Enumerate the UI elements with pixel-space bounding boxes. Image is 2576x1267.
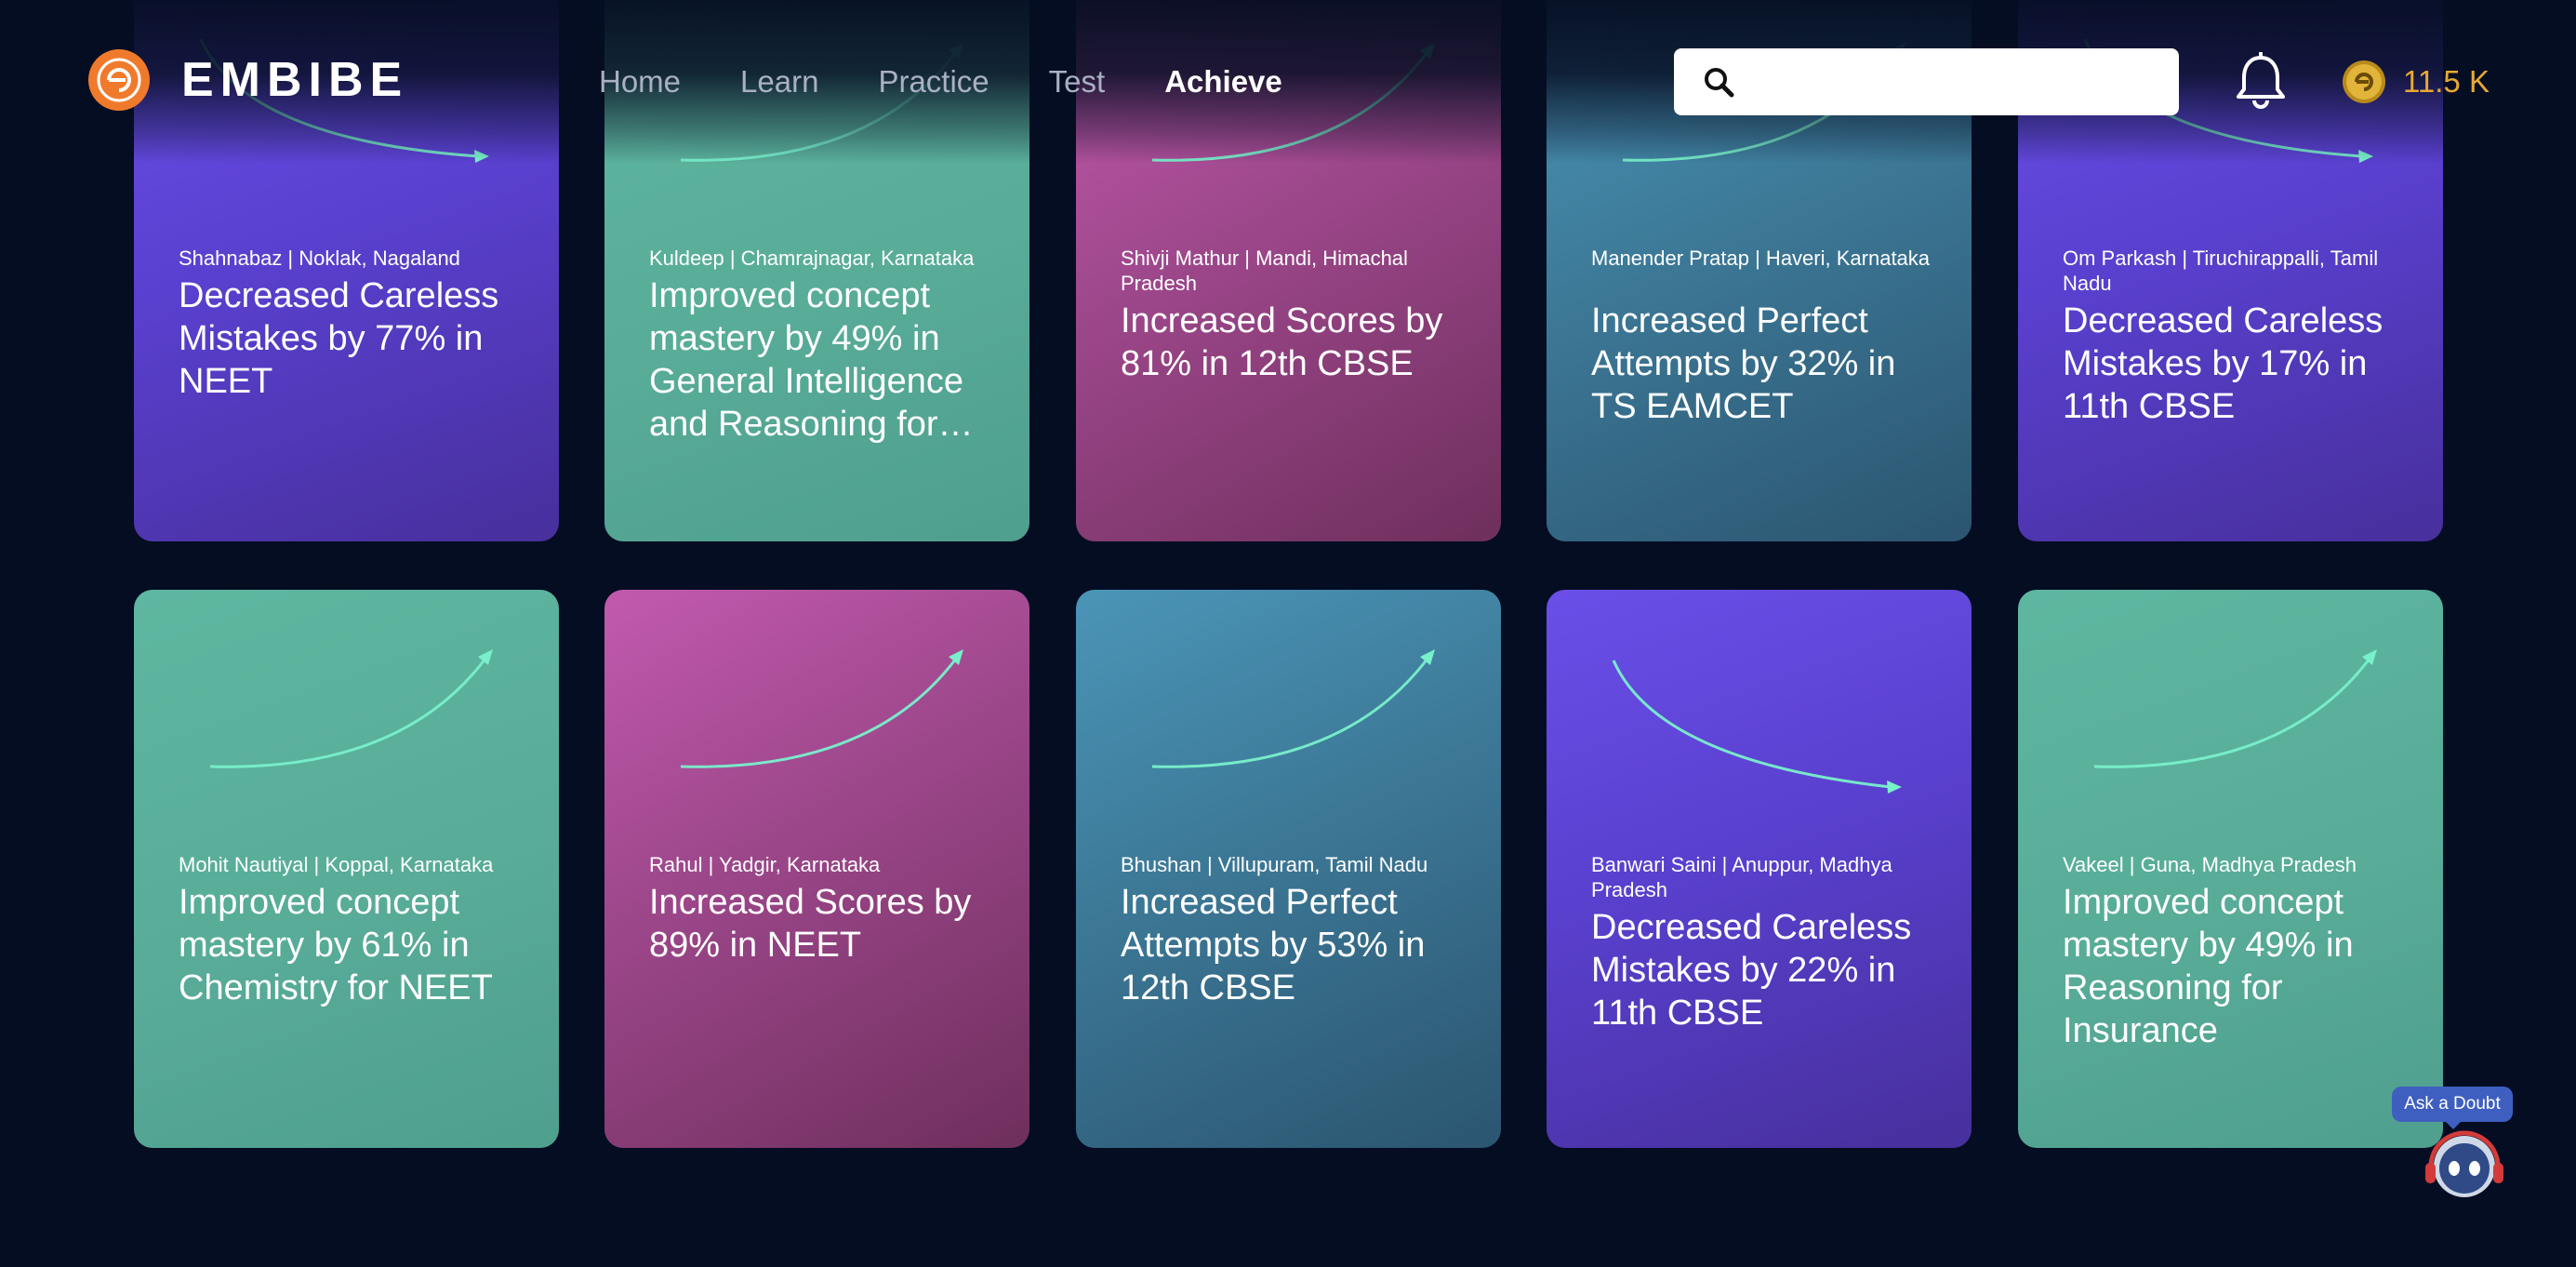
achievement-title: Increased Perfect Attempts by 53% in 12t… [1121, 883, 1426, 1007]
coin-value: 11.5 K [2403, 64, 2490, 99]
trend-up-arrow-icon [680, 649, 963, 768]
student-location: Vakeel | Guna, Madhya Pradesh [2063, 853, 2357, 876]
student-location: Manender Pratap | Haveri, Karnataka [1591, 247, 1931, 270]
achievement-title: Improved concept mastery by 61% in Chemi… [179, 883, 493, 1007]
search-bar[interactable] [1674, 48, 2179, 115]
student-location: Shahnabaz | Noklak, Nagaland [179, 247, 460, 270]
student-location: Banwari Saini | Anuppur, Madhya Pradesh [1591, 853, 1892, 901]
trend-up-arrow-icon [209, 649, 493, 768]
achievement-title: Decreased Careless Mistakes by 17% in 11… [2063, 301, 2383, 426]
student-location: Kuldeep | Chamrajnagar, Karnataka [649, 247, 975, 270]
achievement-title: Increased Perfect Attempts by 32% in TS … [1591, 301, 1896, 426]
nav-achieve[interactable]: Achieve [1164, 61, 1282, 102]
robot-assistant-icon[interactable] [2422, 1126, 2507, 1204]
achievement-title: Increased Scores by 81% in 12th CBSE [1121, 301, 1443, 383]
nav-home[interactable]: Home [599, 61, 681, 102]
achievement-card[interactable]: Banwari Saini | Anuppur, Madhya Pradesh … [1547, 590, 1972, 1148]
achievement-card[interactable]: Rahul | Yadgir, Karnataka Increased Scor… [604, 590, 1029, 1148]
student-location: Mohit Nautiyal | Koppal, Karnataka [179, 853, 494, 876]
student-location: Bhushan | Villupuram, Tamil Nadu [1121, 853, 1428, 876]
student-location: Shivji Mathur | Mandi, Himachal Pradesh [1121, 247, 1408, 295]
trend-down-arrow-icon [1612, 660, 1902, 794]
nav-practice[interactable]: Practice [878, 61, 989, 102]
trend-up-arrow-icon [1151, 649, 1435, 768]
achievement-card[interactable]: Vakeel | Guna, Madhya Pradesh Improved c… [2018, 590, 2443, 1148]
achievement-title: Increased Scores by 89% in NEET [649, 883, 972, 965]
student-location: Om Parkash | Tiruchirappalli, Tamil Nadu [2063, 247, 2379, 295]
search-icon [1705, 68, 1734, 98]
embibe-logo-icon[interactable] [88, 49, 150, 111]
brand-name[interactable]: EMBIBE [181, 50, 408, 110]
student-location: Rahul | Yadgir, Karnataka [649, 853, 881, 876]
achievement-title: Decreased Careless Mistakes by 77% in NE… [179, 276, 499, 401]
nav-test[interactable]: Test [1049, 61, 1106, 102]
top-navigation-bar: EMBIBE Home Learn Practice Test Achieve … [0, 0, 2576, 164]
trend-up-arrow-icon [2093, 649, 2377, 768]
coin-icon [2343, 60, 2385, 103]
achievement-card[interactable]: Bhushan | Villupuram, Tamil Nadu Increas… [1076, 590, 1501, 1148]
nav-learn[interactable]: Learn [740, 61, 818, 102]
achievement-title: Improved concept mastery by 49% in Gener… [649, 276, 974, 444]
bell-icon[interactable] [2235, 52, 2287, 110]
ask-doubt-button[interactable]: Ask a Doubt [2392, 1087, 2513, 1129]
coin-balance[interactable]: 11.5 K [2342, 58, 2490, 106]
main-nav: Home Learn Practice Test Achieve [599, 61, 1342, 102]
search-input[interactable] [1758, 60, 2161, 106]
achievement-title: Improved concept mastery by 49% in Reaso… [2063, 883, 2354, 1050]
achievement-title: Decreased Careless Mistakes by 22% in 11… [1591, 908, 1912, 1033]
achievement-card[interactable]: Mohit Nautiyal | Koppal, Karnataka Impro… [134, 590, 559, 1148]
